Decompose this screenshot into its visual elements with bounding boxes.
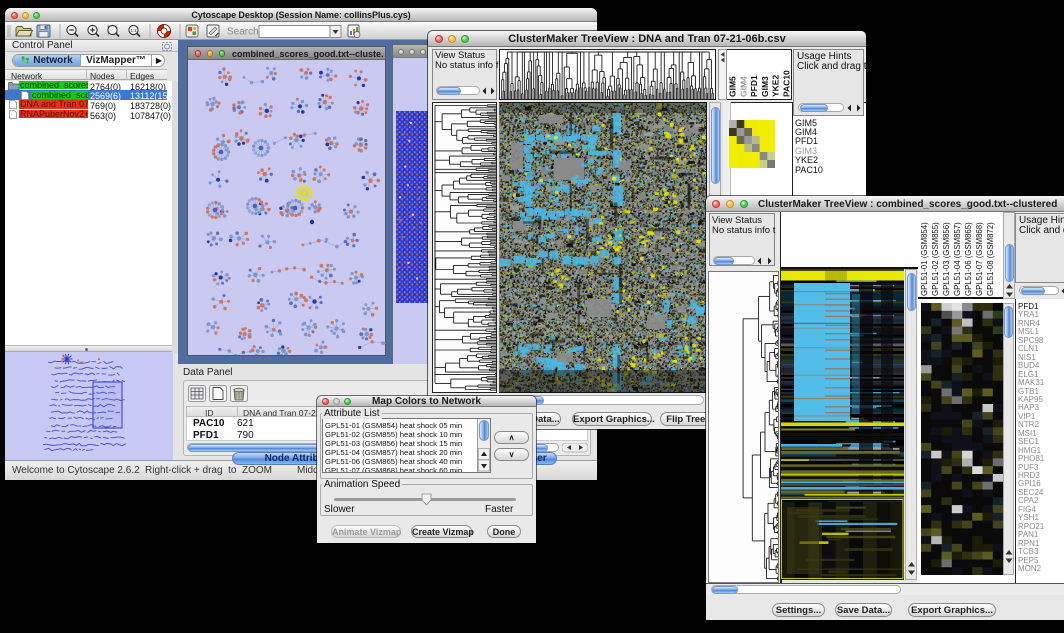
- svg-text:GIM3: GIM3: [760, 76, 770, 97]
- svg-text:GIM5: GIM5: [728, 76, 738, 97]
- svg-text:PAC10: PAC10: [782, 70, 791, 97]
- svg-text:GIM4: GIM4: [738, 76, 748, 97]
- svg-text:GPL51-08 (GSM872): GPL51-08 (GSM872): [986, 222, 995, 296]
- svg-text:1:1: 1:1: [130, 28, 137, 33]
- svg-text:GPL51-03 (GSM856): GPL51-03 (GSM856): [942, 222, 951, 296]
- svg-text:YKE2: YKE2: [771, 75, 781, 97]
- svg-text:GPL51-07 (GSM868): GPL51-07 (GSM868): [975, 222, 984, 296]
- svg-text:PFD1: PFD1: [749, 75, 759, 97]
- svg-text:Search:: Search:: [227, 27, 261, 38]
- svg-text:GPL51-01 (GSM854): GPL51-01 (GSM854): [920, 222, 929, 296]
- svg-text:GPL51-02 (GSM855): GPL51-02 (GSM855): [931, 222, 940, 296]
- svg-text:GPL51-06 (GSM865): GPL51-06 (GSM865): [964, 222, 973, 296]
- svg-text:GPL51-04 (GSM857): GPL51-04 (GSM857): [953, 222, 962, 296]
